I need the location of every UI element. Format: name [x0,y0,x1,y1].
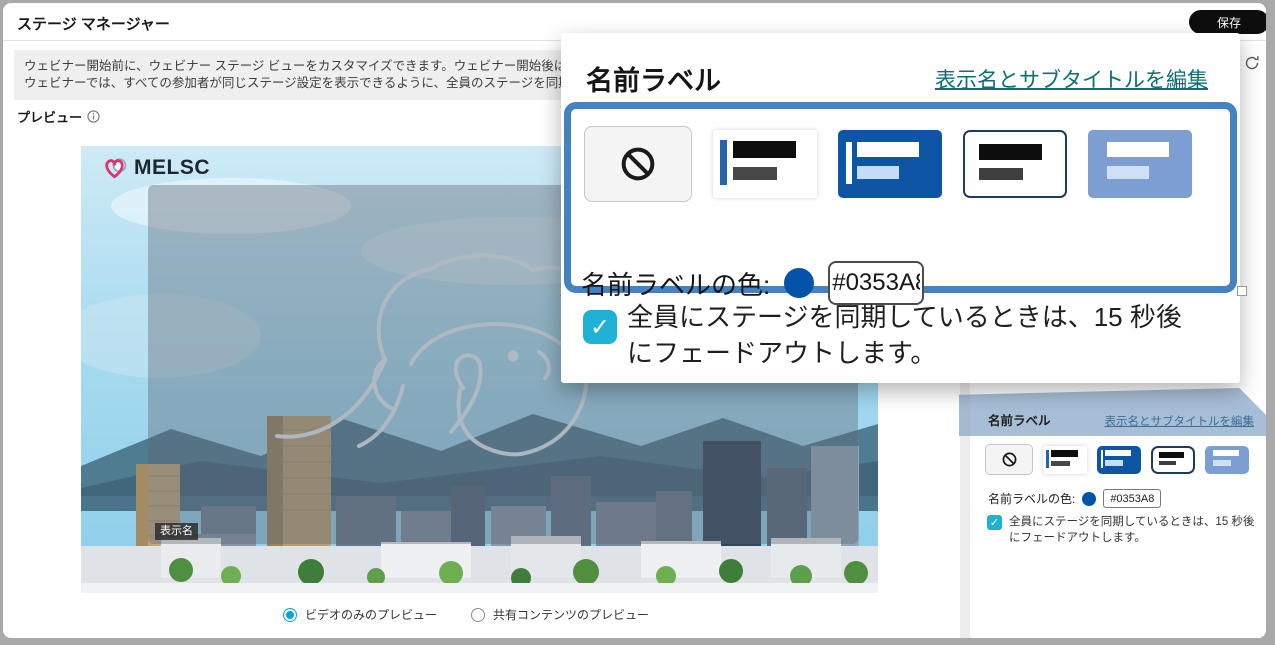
label-style-translucent-option[interactable] [1088,130,1192,198]
popup-color-swatch[interactable] [784,268,814,298]
radio-content-unselected[interactable] [471,608,485,622]
sidebar-sync-fade-line1: 全員にステージを同期しているときは、15 秒後 [1009,516,1254,528]
brand-logo: MELSC [101,156,210,180]
brand-name: MELSC [134,156,210,180]
name-label-magnified-popup: 名前ラベル 表示名とサブタイトルを編集 [561,33,1240,383]
sidebar-label-style-options [985,444,1249,475]
label-style-accent-filled-option[interactable] [1097,446,1141,474]
sidebar-color-hex-input[interactable] [1103,489,1161,508]
label-style-none-option[interactable] [985,444,1033,475]
label-style-plain-option[interactable] [1151,446,1195,474]
page-title: ステージ マネージャー [17,13,170,34]
radio-video-selected[interactable] [283,608,297,622]
preview-mode-radios: ビデオのみのプレビュー 共有コンテンツのプレビュー [283,606,649,623]
sidebar-sync-fade-checkbox[interactable]: ✓ [987,515,1002,530]
popup-sync-fade-line1: 全員にステージを同期しているときは、15 秒後 [627,302,1182,332]
display-name-tag: 表示名 [155,523,198,540]
label-style-accent-light-option[interactable] [713,130,817,198]
sidebar-name-label-color-row: 名前ラベルの色: [988,489,1161,508]
label-style-accent-filled-option[interactable] [838,130,942,198]
stage-manager-window: ステージ マネージャー 保存 ウェビナー開始前に、ウェビナー ステージ ビューを… [3,3,1266,638]
sidebar-name-label-title: 名前ラベル [988,410,1051,429]
refresh-icon[interactable] [1243,54,1261,72]
radio-group-video[interactable]: ビデオのみのプレビュー [283,606,437,623]
radio-video-label: ビデオのみのプレビュー [305,606,437,623]
sidebar-sync-fade-text: 全員にステージを同期しているときは、15 秒後 にフェードアウトします。 [1009,514,1254,546]
save-button[interactable]: 保存 [1189,10,1266,34]
info-icon[interactable] [87,110,100,123]
sidebar-color-label: 名前ラベルの色: [988,490,1075,507]
sidebar-sync-fade-row: ✓ 全員にステージを同期しているときは、15 秒後 にフェードアウトします。 [987,514,1254,546]
preview-heading-label: プレビュー [17,107,82,126]
heart-logo-icon [101,156,128,180]
sidebar-edit-display-name-link[interactable]: 表示名とサブタイトルを編集 [1105,413,1255,429]
label-style-plain-option[interactable] [963,130,1067,198]
sidebar-color-swatch[interactable] [1082,492,1096,506]
no-entry-icon [1001,451,1018,468]
resize-handle[interactable] [1237,286,1247,296]
label-style-none-option[interactable] [584,126,692,202]
popup-edit-display-name-link[interactable]: 表示名とサブタイトルを編集 [935,64,1208,94]
popup-sync-fade-line2: にフェードアウトします。 [627,338,936,368]
popup-label-style-options [584,126,1192,202]
popup-sync-fade-text: 全員にステージを同期しているときは、15 秒後 にフェードアウトします。 [627,299,1182,371]
label-style-translucent-option[interactable] [1205,446,1249,474]
popup-name-label-title: 名前ラベル [586,59,721,98]
popup-sync-fade-checkbox[interactable]: ✓ [583,310,617,344]
radio-content-label: 共有コンテンツのプレビュー [493,606,649,623]
no-entry-icon [618,144,658,184]
sidebar-sync-fade-line2: にフェードアウトします。 [1009,532,1146,544]
label-style-accent-light-option[interactable] [1043,446,1087,474]
sidebar-name-label-header: 名前ラベル 表示名とサブタイトルを編集 [988,410,1254,429]
popup-color-label: 名前ラベルの色: [581,265,770,302]
popup-sync-fade-row: ✓ 全員にステージを同期しているときは、15 秒後 にフェードアウトします。 [583,299,1182,371]
radio-group-content[interactable]: 共有コンテンツのプレビュー [471,606,649,623]
preview-heading: プレビュー [17,107,100,126]
